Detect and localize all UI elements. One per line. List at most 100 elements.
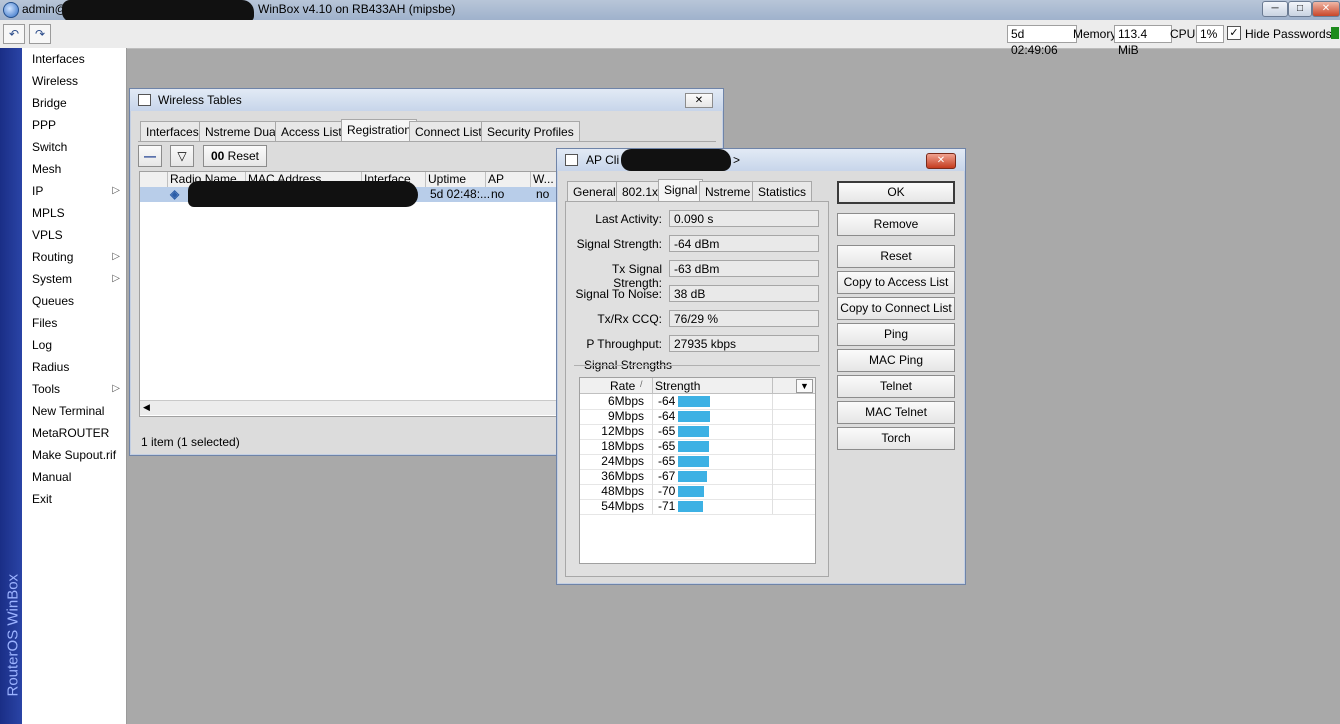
sidebar-item-metarouter[interactable]: MetaROUTER [22,422,126,444]
wireless-tables-titlebar[interactable]: Wireless Tables ✕ [130,89,723,111]
sidebar-item-interfaces[interactable]: Interfaces [22,48,126,70]
signal-fields: Last Activity: 0.090 s Signal Strength: -64… [566,202,828,402]
sidebar-item-vpls[interactable]: VPLS [22,224,126,246]
sidebar-item-system[interactable]: System ▷ [22,268,126,290]
field-value: 27935 kbps [669,335,819,352]
sidebar-item-manual[interactable]: Manual [22,466,126,488]
mac-ping-button[interactable]: MAC Ping [837,349,955,372]
rate-cell: 48Mbps [601,484,644,498]
copy-to-connect-list-button[interactable]: Copy to Connect List [837,297,955,320]
sort-icon: / [640,379,643,389]
close-button[interactable]: ✕ [1312,1,1340,17]
wireless-tab-access-list[interactable]: Access List [275,121,348,142]
wireless-tab-security-profiles[interactable]: Security Profiles [481,121,580,142]
list-item[interactable]: 48Mbps -70 [580,484,815,500]
ok-button[interactable]: OK [837,181,955,204]
ap-tab-statistics[interactable]: Statistics [752,181,813,202]
sidebar-item-make-supout-rif[interactable]: Make Supout.rif [22,444,126,466]
remove-button[interactable]: — [138,145,162,167]
wireless-tab-registration[interactable]: Registration [341,119,418,142]
column-chooser-button[interactable]: ▼ [796,379,813,393]
redacted-title [621,149,731,171]
sidebar-item-ppp[interactable]: PPP [22,114,126,136]
sidebar-item-mesh[interactable]: Mesh [22,158,126,180]
ap-client-titlebar[interactable]: AP Cli > ✕ [557,149,965,171]
wireless-tab-nstreme-dual[interactable]: Nstreme Dual [199,121,285,142]
sidebar-item-tools[interactable]: Tools ▷ [22,378,126,400]
strength-cell: -65 [658,424,676,438]
sidebar-item-radius[interactable]: Radius [22,356,126,378]
wireless-tabs: Interfaces Nstreme Dual Access List Registr… [140,119,720,142]
sidebar-item-wireless[interactable]: Wireless [22,70,126,92]
sidebar-item-mpls[interactable]: MPLS [22,202,126,224]
wireless-close-button[interactable]: ✕ [685,93,713,108]
list-item[interactable]: 6Mbps -64 [580,394,815,410]
list-item[interactable]: 9Mbps -64 [580,409,815,425]
sidebar-item-label: Bridge [32,96,67,110]
list-item[interactable]: 24Mbps -65 [580,454,815,470]
field-label: Signal Strength: [576,237,662,251]
status-indicator [1331,27,1339,39]
ping-button[interactable]: Ping [837,323,955,346]
field-value: 38 dB [669,285,819,302]
sidebar-item-bridge[interactable]: Bridge [22,92,126,114]
sidebar-item-exit[interactable]: Exit [22,488,126,510]
close-icon: ✕ [694,95,704,106]
sidebar-item-routing[interactable]: Routing ▷ [22,246,126,268]
reset-button[interactable]: Reset [837,245,955,268]
dropdown-icon: ▼ [800,381,809,391]
rate-cell: 18Mbps [601,439,644,453]
col-rate[interactable]: Rate [610,379,635,393]
sidebar-item-ip[interactable]: IP ▷ [22,180,126,202]
sidebar-item-new-terminal[interactable]: New Terminal [22,400,126,422]
list-item[interactable]: 12Mbps -65 [580,424,815,440]
ap-tab-signal[interactable]: Signal [658,179,704,202]
ap-tab-802-1x[interactable]: 802.1x [616,181,665,202]
ap-close-button[interactable]: ✕ [926,153,956,169]
sidebar-item-label: MPLS [32,206,65,220]
sidebar-item-switch[interactable]: Switch [22,136,126,158]
col-w[interactable]: W... [533,172,554,186]
signal-panel: Last Activity: 0.090 s Signal Strength: -64… [565,201,829,577]
field-label: Last Activity: [595,212,662,226]
reset-label: Reset [227,149,260,163]
col-uptime[interactable]: Uptime [428,172,466,186]
maximize-button[interactable]: □ [1288,1,1312,17]
sidebar-item-log[interactable]: Log [22,334,126,356]
list-item[interactable]: 54Mbps -71 [580,499,815,515]
sidebar-item-queues[interactable]: Queues [22,290,126,312]
wireless-tables-title: Wireless Tables [158,93,242,107]
remove-button[interactable]: Remove [837,213,955,236]
undo-icon: ↶ [8,27,20,41]
telnet-button[interactable]: Telnet [837,375,955,398]
list-item[interactable]: 18Mbps -65 [580,439,815,455]
close-icon: ✕ [1321,3,1331,14]
sidebar-item-files[interactable]: Files [22,312,126,334]
ap-tab-general[interactable]: General [567,181,622,202]
wireless-tab-interfaces[interactable]: Interfaces [140,121,205,142]
window-titlebar: admin@ WinBox v4.10 on RB433AH (mipsbe) … [0,0,1340,22]
redo-button[interactable]: ↷ [29,24,51,44]
close-icon: ✕ [936,155,946,166]
filter-button[interactable]: ▽ [170,145,194,167]
window-title: WinBox v4.10 on RB433AH (mipsbe) [258,2,456,16]
hide-passwords-checkbox[interactable]: ✓ [1227,26,1241,40]
mac-telnet-button[interactable]: MAC Telnet [837,401,955,424]
submenu-arrow-icon: ▷ [112,273,120,284]
col-strength[interactable]: Strength [655,379,700,393]
rate-cell: 9Mbps [607,409,644,423]
col-ap[interactable]: AP [488,172,504,186]
wireless-tab-connect-list[interactable]: Connect List [409,121,488,142]
reset-button[interactable]: 00 Reset [203,145,267,167]
minimize-button[interactable]: ─ [1262,1,1288,17]
torch-button[interactable]: Torch [837,427,955,450]
ap-tab-nstreme[interactable]: Nstreme [699,181,757,202]
sidebar-item-label: Switch [32,140,68,154]
redacted-address [62,0,254,22]
copy-to-access-list-button[interactable]: Copy to Access List [837,271,955,294]
undo-button[interactable]: ↶ [3,24,25,44]
strength-bar [678,396,710,407]
strength-bar [678,456,709,467]
list-item[interactable]: 36Mbps -67 [580,469,815,485]
strength-bar [678,411,710,422]
